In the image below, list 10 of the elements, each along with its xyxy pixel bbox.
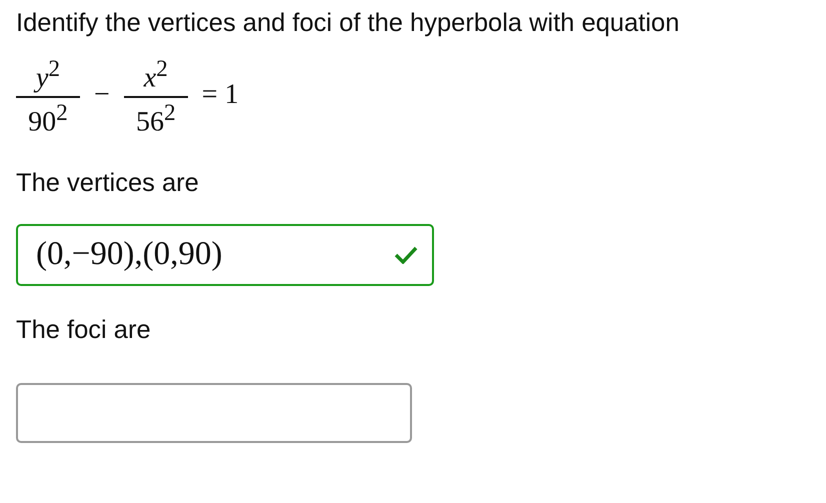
answer-label: The foci are	[16, 316, 152, 345]
minus-sign: −	[94, 79, 110, 112]
fraction: x$^{2}$ 56$^{2}$	[124, 56, 188, 139]
fraction: y$^{2}$ 90$^{2}$	[16, 56, 80, 139]
checkmark-icon	[394, 246, 418, 264]
question-text: Identify the vertices and foci of the hyperbola with equation	[16, 9, 680, 38]
equation-rhs: = 1	[202, 79, 239, 112]
answer-label: The vertices are	[16, 168, 200, 198]
answer-field[interactable]	[16, 382, 412, 443]
answer-field[interactable]: (0,−90),(0,90)	[16, 224, 434, 286]
